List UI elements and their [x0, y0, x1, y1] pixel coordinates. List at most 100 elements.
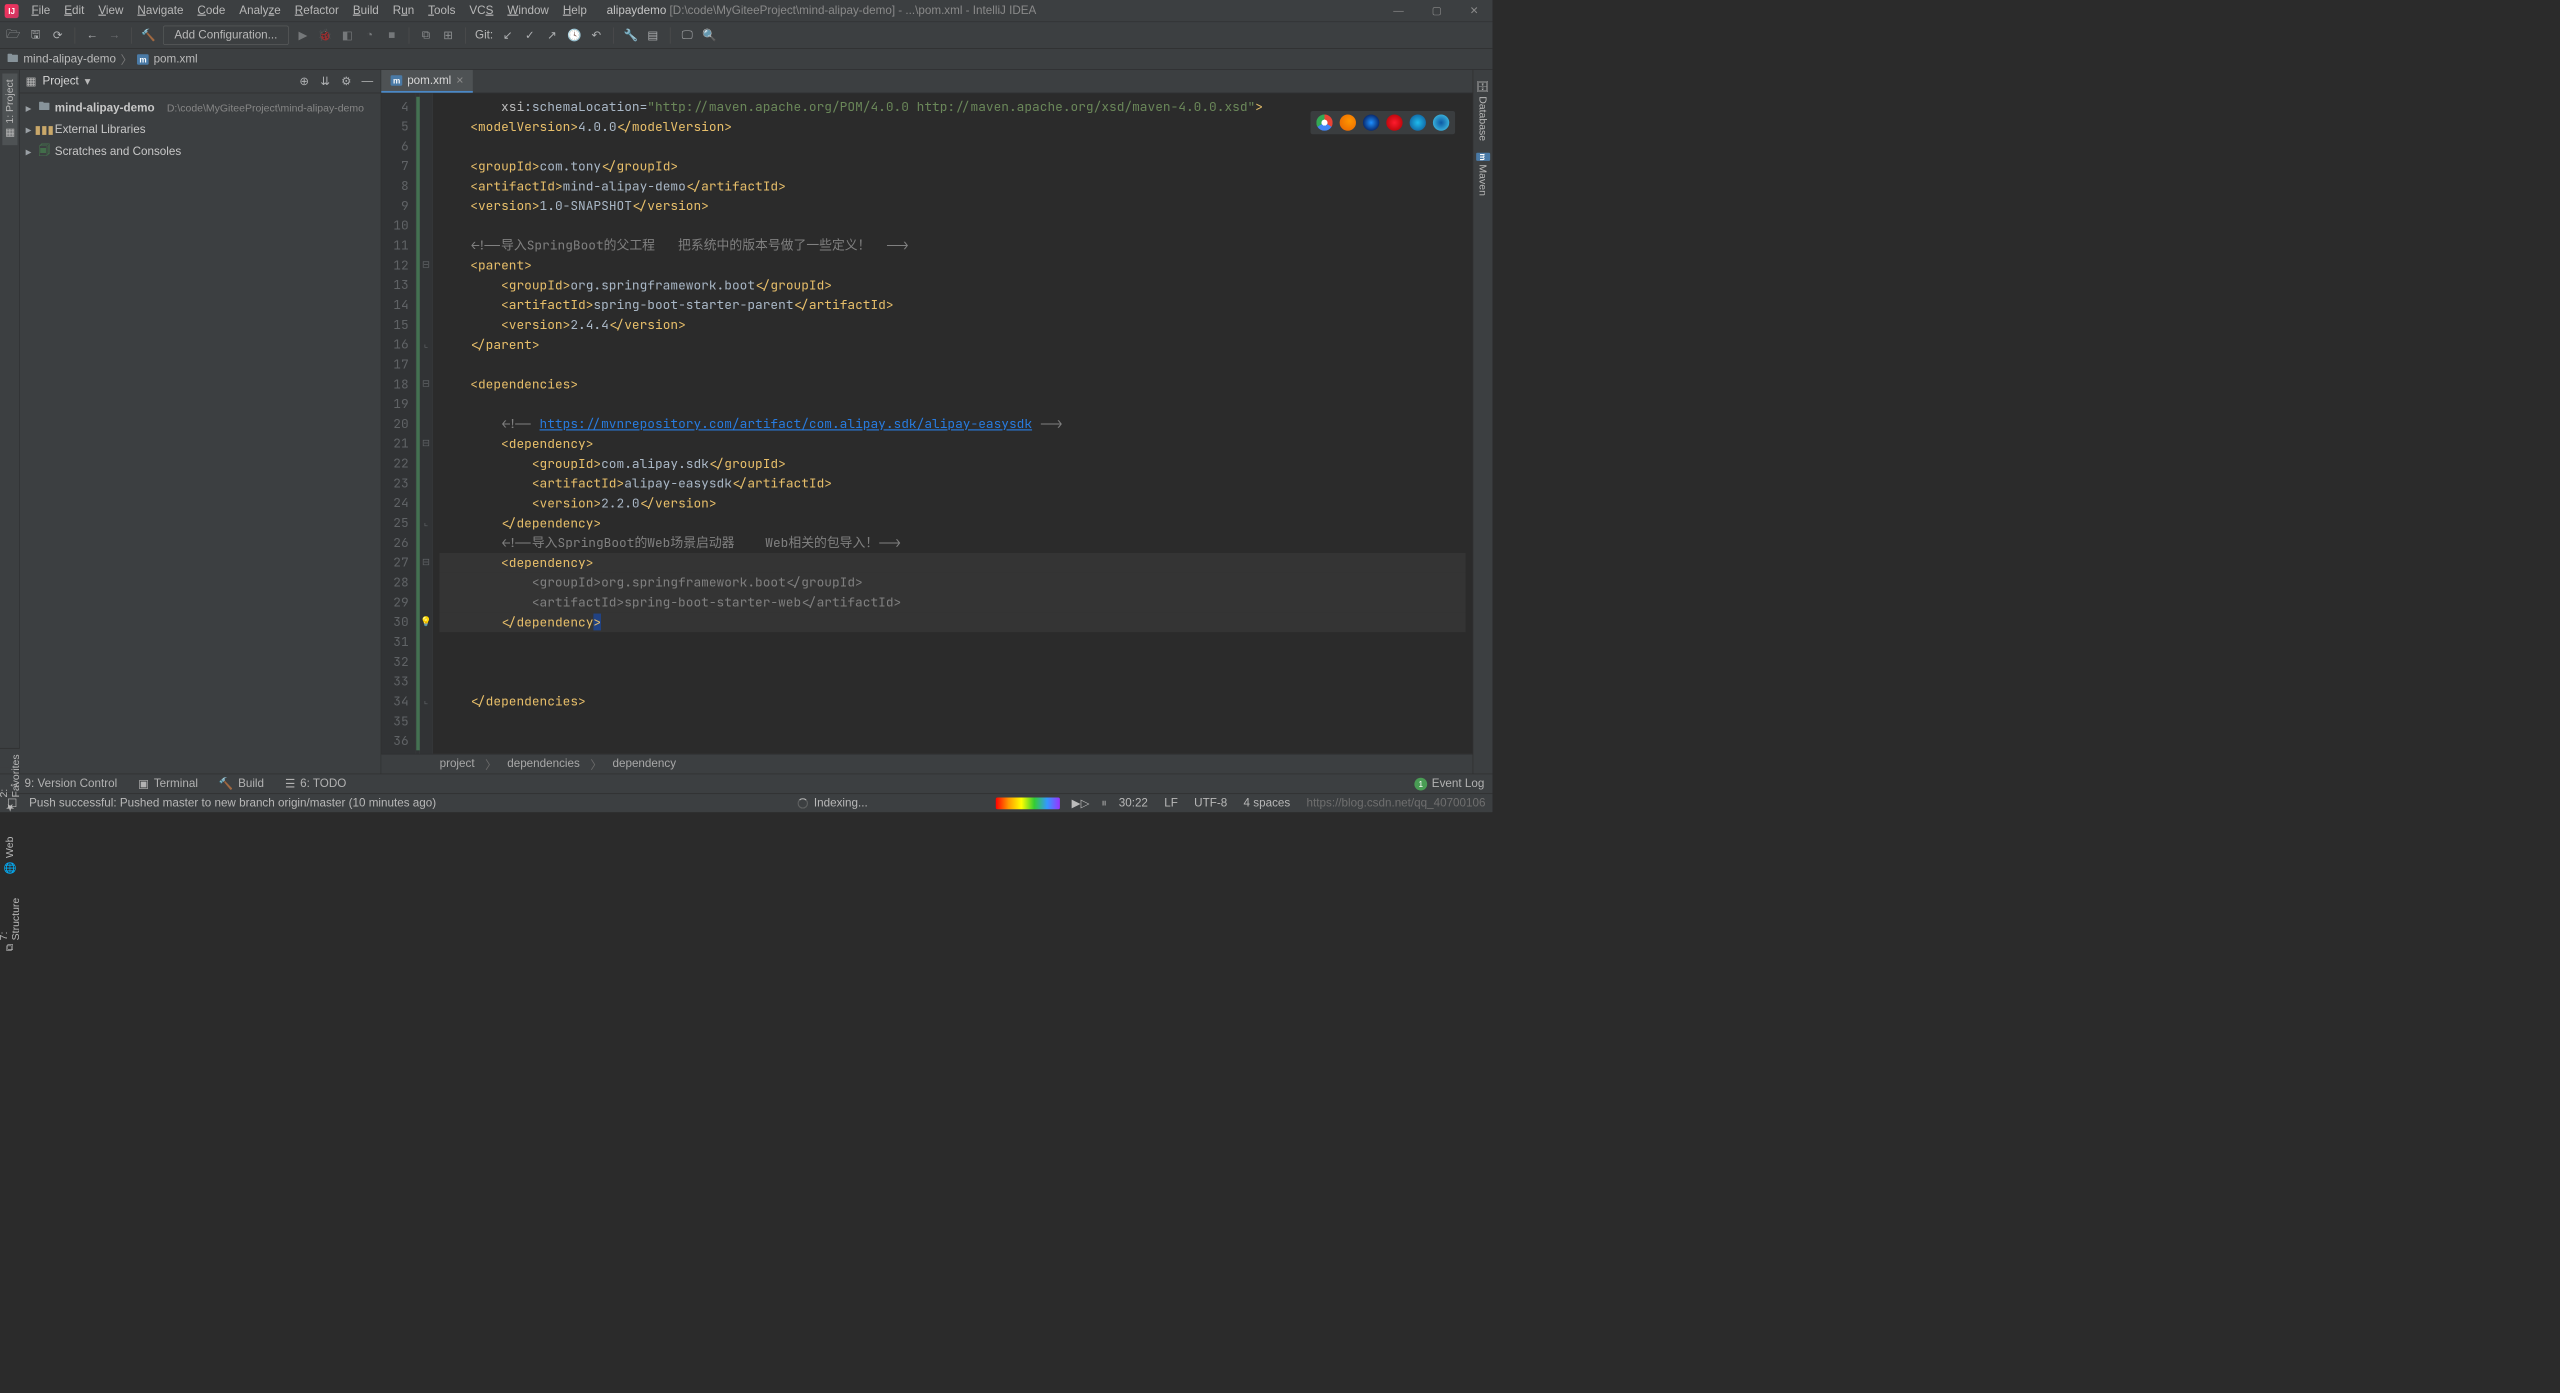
build-icon[interactable]: 🔨 — [141, 28, 156, 43]
run-icon[interactable]: ▶ — [295, 28, 310, 43]
toolwindow-todo-tab[interactable]: ☰ 6: TODO — [285, 777, 346, 792]
close-button[interactable]: ✕ — [1470, 5, 1479, 17]
forward-icon[interactable]: → — [107, 28, 122, 43]
settings-icon[interactable]: 🔧 — [623, 28, 638, 43]
stop-icon[interactable]: ⏸ — [1101, 796, 1107, 809]
toolwindow-build-tab[interactable]: 🔨 Build — [219, 777, 264, 792]
menu-build[interactable]: Build — [347, 2, 385, 20]
pause-icon[interactable]: ▶▷ — [1072, 796, 1090, 811]
menu-code[interactable]: Code — [192, 2, 232, 20]
crumb-dependency[interactable]: dependency — [612, 757, 676, 770]
maven-file-icon: m — [391, 75, 403, 85]
crumb-project[interactable]: project — [440, 757, 475, 770]
vcs-push-icon[interactable]: ↗ — [544, 28, 559, 43]
profile-icon[interactable]: ◔ — [362, 28, 377, 43]
toolwindow-database-tab[interactable]: 🗄 Database — [1475, 73, 1490, 146]
debug-icon[interactable]: 🐞 — [318, 28, 333, 43]
toolbar: 🗁 🖫 ⟳ ← → 🔨 Add Configuration... ▶ 🐞 ◧ ◔… — [0, 22, 1492, 49]
project-panel-title: Project — [43, 75, 79, 88]
menu-analyze[interactable]: Analyze — [233, 2, 286, 20]
close-tab-icon[interactable]: ✕ — [456, 75, 464, 87]
menu-refactor[interactable]: Refactor — [289, 2, 345, 20]
bottom-toolwindow-bar: ↔ 9: Version Control ▣ Terminal 🔨 Build … — [0, 774, 1492, 794]
collapse-icon[interactable]: ⇊ — [318, 74, 333, 89]
menu-edit[interactable]: Edit — [58, 2, 90, 20]
fold-gutter[interactable]: ⊟⌞⊟⊟⌞⊟💡⌞ — [420, 93, 433, 754]
cursor-position[interactable]: 30:22 — [1119, 796, 1148, 809]
maximize-button[interactable]: ▢ — [1432, 5, 1442, 17]
nyan-progress-bar — [996, 797, 1060, 809]
toolwindow-favorites-tab[interactable]: ★ 2: Favorites — [0, 749, 23, 820]
app-icon: IJ — [5, 4, 19, 18]
vcs-change-gutter — [416, 93, 419, 754]
hide-icon[interactable]: — — [360, 74, 375, 89]
menu-view[interactable]: View — [93, 2, 130, 20]
stop-icon[interactable]: ■ — [384, 28, 399, 43]
crumb-root[interactable]: mind-alipay-demo — [23, 52, 116, 65]
refresh-icon[interactable]: ⟳ — [50, 28, 65, 43]
locate-icon[interactable]: ⊕ — [297, 74, 312, 89]
tree-root[interactable]: ▸ 🖿 mind-alipay-demo D:\code\MyGiteeProj… — [20, 96, 381, 120]
chevron-right-icon: 〉 — [121, 51, 133, 68]
toolwindow-maven-tab[interactable]: m Maven — [1475, 147, 1491, 202]
chrome-icon[interactable] — [1316, 114, 1332, 130]
toolwindow-web-tab[interactable]: 🌐 Web — [2, 831, 17, 880]
opera-icon[interactable] — [1386, 114, 1402, 130]
menu-tools[interactable]: Tools — [422, 2, 461, 20]
project-tool-window: ▦ Project ▾ ⊕ ⇊ ⚙ — ▸ 🖿 mind-alipay-demo… — [20, 70, 381, 774]
attach-icon[interactable]: ⧉ — [418, 28, 433, 43]
event-log-button[interactable]: 1Event Log — [1414, 777, 1484, 790]
editor-tabs: m pom.xml ✕ — [381, 70, 1472, 93]
history-icon[interactable]: 🕓 — [567, 28, 582, 43]
run-config-select[interactable]: Add Configuration... — [163, 26, 288, 45]
tree-external-libs[interactable]: ▸ ▮▮▮ External Libraries — [20, 120, 381, 139]
file-encoding[interactable]: UTF-8 — [1194, 796, 1227, 809]
main-menu: FFileile Edit View Navigate Code Analyze… — [26, 2, 593, 20]
search-everywhere-icon[interactable]: 🔍 — [702, 28, 717, 43]
back-icon[interactable]: ← — [85, 28, 100, 43]
toolwindow-project-tab[interactable]: ▦ 1: Project — [2, 73, 17, 145]
crumb-dependencies[interactable]: dependencies — [507, 757, 580, 770]
menu-vcs[interactable]: VCS — [464, 2, 500, 20]
toolwindow-vcs-tab[interactable]: ↔ 9: Version Control — [8, 777, 117, 790]
vcs-update-icon[interactable]: ↙ — [500, 28, 515, 43]
maven-file-icon: m — [137, 54, 149, 64]
vcs-commit-icon[interactable]: ✓ — [522, 28, 537, 43]
coverage-icon[interactable]: ◧ — [340, 28, 355, 43]
status-bar: ☐ Push successful: Pushed master to new … — [0, 793, 1492, 812]
menu-help[interactable]: Help — [557, 2, 593, 20]
menu-navigate[interactable]: Navigate — [132, 2, 190, 20]
open-icon[interactable]: 🗁 — [6, 28, 21, 43]
editor-breadcrumb: project 〉 dependencies 〉 dependency — [381, 754, 1472, 774]
indexing-indicator: Indexing... — [798, 796, 868, 809]
file-tab-pom[interactable]: m pom.xml ✕ — [381, 70, 473, 93]
code-editor[interactable]: xsi:schemaLocation="http://maven.apache.… — [433, 93, 1473, 754]
navigation-breadcrumb: 🖿 mind-alipay-demo 〉 m pom.xml — [0, 49, 1492, 70]
toolwindow-structure-tab[interactable]: ⧉ 7: Structure — [0, 892, 23, 957]
presentation-icon[interactable]: 🖵 — [680, 28, 695, 43]
ie-icon[interactable] — [1410, 114, 1426, 130]
crumb-file[interactable]: pom.xml — [154, 52, 198, 65]
line-separator[interactable]: LF — [1164, 796, 1178, 809]
title-bar: IJ FFileile Edit View Navigate Code Anal… — [0, 0, 1492, 22]
project-tree[interactable]: ▸ 🖿 mind-alipay-demo D:\code\MyGiteeProj… — [20, 93, 381, 773]
rollback-icon[interactable]: ↶ — [589, 28, 604, 43]
save-icon[interactable]: 🖫 — [28, 28, 43, 43]
structure-icon[interactable]: ⊞ — [441, 28, 456, 43]
menu-window[interactable]: Window — [502, 2, 555, 20]
firefox-icon[interactable] — [1340, 114, 1356, 130]
menu-file[interactable]: FFileile — [26, 2, 56, 20]
safari-icon[interactable] — [1363, 114, 1379, 130]
minimize-button[interactable]: — — [1393, 5, 1403, 17]
project-structure-icon[interactable]: ▤ — [645, 28, 660, 43]
window-title: alipaydemo [D:\code\MyGiteeProject\mind-… — [607, 4, 1037, 17]
edge-icon[interactable] — [1433, 114, 1449, 130]
gear-icon[interactable]: ⚙ — [339, 74, 354, 89]
indent-settings[interactable]: 4 spaces — [1244, 796, 1291, 809]
toolwindow-terminal-tab[interactable]: ▣ Terminal — [138, 777, 198, 792]
project-panel-icon: ▦ — [26, 74, 37, 89]
dropdown-icon[interactable]: ▾ — [85, 74, 91, 89]
git-label: Git: — [475, 29, 493, 42]
tree-scratches[interactable]: ▸ 🗐 Scratches and Consoles — [20, 139, 381, 163]
menu-run[interactable]: Run — [387, 2, 420, 20]
